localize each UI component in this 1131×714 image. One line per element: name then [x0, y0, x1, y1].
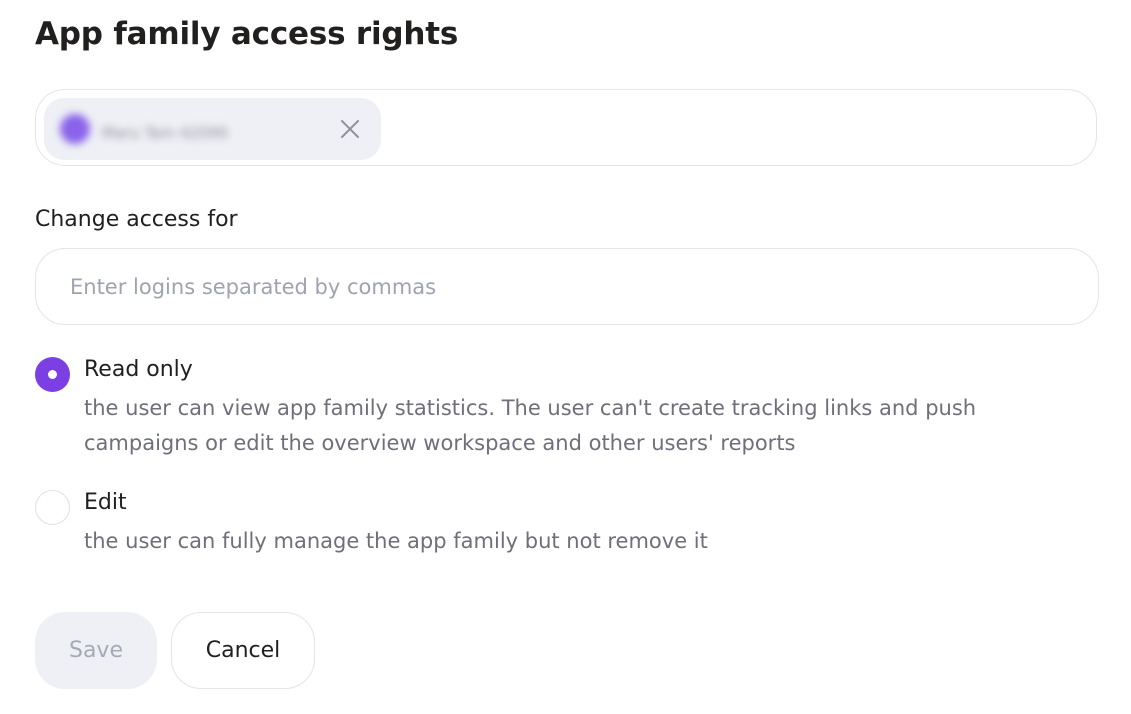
- radio-description-read-only: the user can view app family statistics.…: [84, 396, 977, 455]
- avatar: [60, 114, 90, 144]
- radio-button-edit[interactable]: [35, 490, 70, 525]
- user-chip: Maru Tam 42099: [44, 98, 381, 160]
- radio-label-edit: Edit: [84, 490, 127, 515]
- radio-description-edit: the user can fully manage the app family…: [84, 529, 708, 553]
- page-title: App family access rights: [35, 16, 459, 52]
- cancel-button[interactable]: Cancel: [171, 612, 315, 689]
- save-button[interactable]: Save: [35, 612, 157, 689]
- selected-users-field[interactable]: Maru Tam 42099: [35, 89, 1097, 166]
- change-access-label: Change access for: [35, 207, 238, 232]
- logins-input[interactable]: [35, 248, 1099, 325]
- radio-button-read-only[interactable]: [35, 357, 70, 392]
- user-chip-name: Maru Tam 42099: [102, 124, 228, 142]
- close-icon[interactable]: [338, 117, 362, 141]
- radio-label-read-only: Read only: [84, 357, 193, 382]
